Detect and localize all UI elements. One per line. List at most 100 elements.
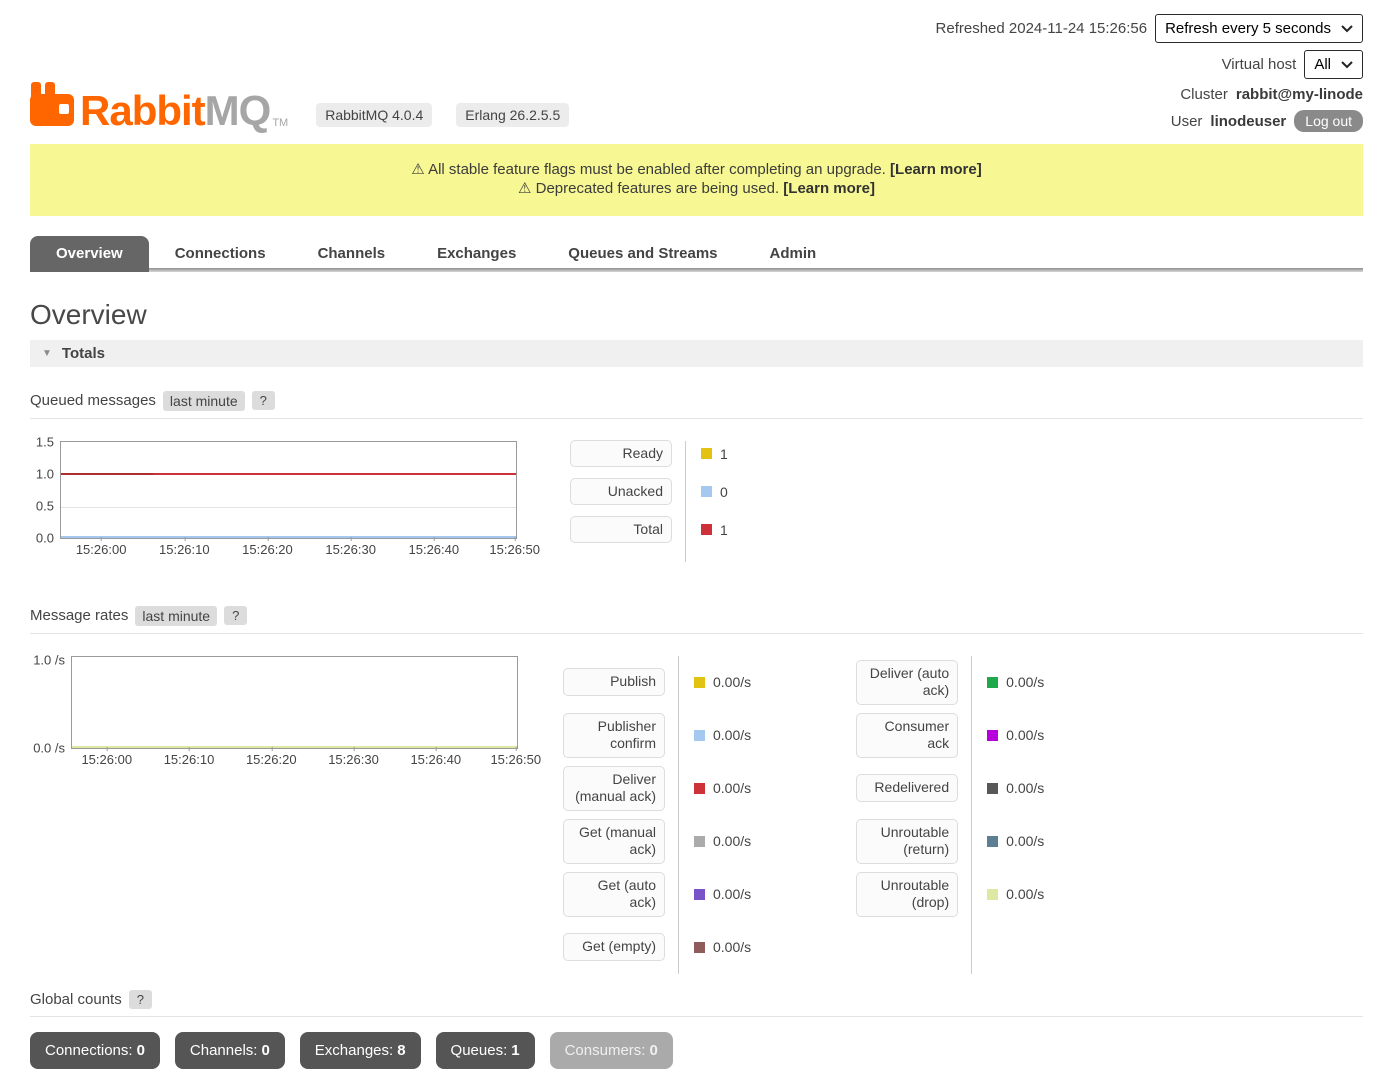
tab-admin[interactable]: Admin — [744, 236, 843, 272]
queues-count-button[interactable]: Queues:1 — [436, 1032, 535, 1069]
ready-value: 1 — [720, 446, 728, 462]
user-label: User — [1171, 113, 1203, 130]
connections-count-button[interactable]: Connections:0 — [30, 1032, 160, 1069]
x-tick: 15:26:20 — [242, 542, 293, 557]
refresh-interval-select[interactable]: Refresh every 5 seconds — [1155, 14, 1363, 43]
unroutable-drop-color-swatch — [987, 889, 998, 900]
legend-get-empty-button[interactable]: Get (empty) — [563, 933, 665, 961]
queued-messages-chart: 1.5 1.0 0.5 0.0 15:26:00 15:26:10 15:26:… — [30, 441, 517, 562]
legend-get-auto-button[interactable]: Get (auto ack) — [563, 872, 665, 917]
queued-help-icon[interactable]: ? — [252, 391, 275, 410]
rates-range-badge[interactable]: last minute — [135, 606, 217, 626]
cluster-label: Cluster — [1180, 86, 1228, 103]
y-tick: 0.0 — [36, 530, 54, 545]
unroutable-drop-rate-value: 0.00/s — [1006, 886, 1044, 902]
x-tick: 15:26:10 — [164, 752, 215, 767]
get-auto-color-swatch — [694, 889, 705, 900]
brand-wordmark: RabbitMQ — [80, 90, 270, 132]
global-counts-row: Connections:0 Channels:0 Exchanges:8 Que… — [30, 1032, 1363, 1069]
tab-overview[interactable]: Overview — [30, 236, 149, 272]
logout-button[interactable]: Log out — [1294, 110, 1363, 132]
rates-chart-y-axis: 1.0 /s 0.0 /s — [30, 656, 71, 749]
header: RabbitMQ TM RabbitMQ 4.0.4 Erlang 26.2.5… — [30, 0, 1363, 132]
virtual-host-select[interactable]: All — [1304, 50, 1363, 79]
legend-publisher-confirm-button[interactable]: Publisher confirm — [563, 713, 665, 758]
legend-get-manual-button[interactable]: Get (manual ack) — [563, 819, 665, 864]
global-counts-title: Global counts — [30, 991, 122, 1008]
consumers-count-button[interactable]: Consumers:0 — [550, 1032, 673, 1069]
queued-range-badge[interactable]: last minute — [163, 391, 245, 411]
channels-count-button[interactable]: Channels:0 — [175, 1032, 285, 1069]
get-empty-color-swatch — [694, 942, 705, 953]
legend-deliver-auto-button[interactable]: Deliver (auto ack) — [856, 660, 958, 705]
queued-chart-zone: 1.5 1.0 0.5 0.0 15:26:00 15:26:10 15:26:… — [30, 441, 1363, 562]
deliver-auto-color-swatch — [987, 677, 998, 688]
y-tick: 1.5 — [36, 434, 54, 449]
get-manual-rate-value: 0.00/s — [713, 833, 751, 849]
tab-connections[interactable]: Connections — [149, 236, 292, 272]
get-manual-color-swatch — [694, 836, 705, 847]
unroutable-return-rate-value: 0.00/s — [1006, 833, 1044, 849]
y-tick: 0.5 — [36, 498, 54, 513]
publish-color-swatch — [694, 677, 705, 688]
x-tick: 15:26:50 — [489, 542, 540, 557]
redelivered-rate-value: 0.00/s — [1006, 780, 1044, 796]
unroutable-return-color-swatch — [987, 836, 998, 847]
rates-chart-zone: 1.0 /s 0.0 /s 15:26:00 15:26:10 15:26:20… — [30, 656, 1363, 974]
legend-redelivered-button[interactable]: Redelivered — [856, 774, 958, 802]
x-tick: 15:26:20 — [246, 752, 297, 767]
legend-unroutable-drop-button[interactable]: Unroutable (drop) — [856, 872, 958, 917]
rates-help-icon[interactable]: ? — [224, 606, 247, 625]
queued-legend: Ready Unacked Total 1 0 1 — [570, 441, 728, 562]
banner-line-deprecated: ⚠ Deprecated features are being used. [L… — [40, 180, 1353, 199]
ready-color-swatch — [701, 448, 712, 459]
feature-flags-learn-more-link[interactable]: [Learn more] — [890, 161, 982, 178]
deliver-manual-rate-value: 0.00/s — [713, 780, 751, 796]
get-empty-rate-value: 0.00/s — [713, 939, 751, 955]
legend-total-button[interactable]: Total — [570, 516, 672, 544]
deprecated-learn-more-link[interactable]: [Learn more] — [783, 180, 875, 197]
unacked-color-swatch — [701, 486, 712, 497]
x-tick: 15:26:40 — [410, 752, 461, 767]
legend-deliver-manual-button[interactable]: Deliver (manual ack) — [563, 766, 665, 811]
rabbitmq-version-badge: RabbitMQ 4.0.4 — [316, 103, 432, 127]
rabbitmq-logo-link[interactable]: RabbitMQ TM — [30, 82, 288, 132]
main-nav-tabs: Overview Connections Channels Exchanges … — [30, 236, 1363, 272]
feature-flags-warning-text: ⚠ All stable feature flags must be enabl… — [411, 161, 886, 178]
refreshed-timestamp: Refreshed 2024-11-24 15:26:56 — [936, 20, 1148, 37]
unacked-series-line — [61, 536, 516, 538]
deliver-manual-color-swatch — [694, 783, 705, 794]
rates-legend-right: Deliver (auto ack) Consumer ack Redelive… — [856, 656, 1044, 974]
queued-chart-y-axis: 1.5 1.0 0.5 0.0 — [30, 441, 60, 539]
get-auto-rate-value: 0.00/s — [713, 886, 751, 902]
header-right: Refreshed 2024-11-24 15:26:56 Refresh ev… — [936, 14, 1363, 132]
y-tick: 1.0 /s — [33, 652, 65, 667]
totals-section-toggle[interactable]: ▼ Totals — [30, 340, 1363, 367]
legend-consumer-ack-button[interactable]: Consumer ack — [856, 713, 958, 758]
deliver-auto-rate-value: 0.00/s — [1006, 674, 1044, 690]
legend-ready-button[interactable]: Ready — [570, 440, 672, 468]
chevron-down-icon — [1341, 61, 1353, 69]
x-tick: 15:26:00 — [76, 542, 127, 557]
x-tick: 15:26:50 — [490, 752, 541, 767]
consumer-ack-rate-value: 0.00/s — [1006, 727, 1044, 743]
trademark-label: TM — [272, 117, 288, 132]
global-counts-help-icon[interactable]: ? — [129, 990, 152, 1009]
queued-chart-x-axis: 15:26:00 15:26:10 15:26:20 15:26:30 15:2… — [60, 542, 517, 562]
legend-unroutable-return-button[interactable]: Unroutable (return) — [856, 819, 958, 864]
legend-publish-button[interactable]: Publish — [563, 668, 665, 696]
tab-exchanges[interactable]: Exchanges — [411, 236, 542, 272]
warning-banner: ⚠ All stable feature flags must be enabl… — [30, 144, 1363, 216]
total-color-swatch — [701, 524, 712, 535]
rates-chart-plot-area — [71, 656, 518, 749]
x-tick: 15:26:30 — [325, 542, 376, 557]
publisher-confirm-color-swatch — [694, 730, 705, 741]
consumer-ack-color-swatch — [987, 730, 998, 741]
rabbitmq-management-page: RabbitMQ TM RabbitMQ 4.0.4 Erlang 26.2.5… — [0, 0, 1388, 1069]
tab-channels[interactable]: Channels — [292, 236, 412, 272]
legend-unacked-button[interactable]: Unacked — [570, 478, 672, 506]
tab-queues-and-streams[interactable]: Queues and Streams — [542, 236, 743, 272]
exchanges-count-button[interactable]: Exchanges:8 — [300, 1032, 421, 1069]
page-title: Overview — [30, 299, 1363, 331]
message-rates-chart: 1.0 /s 0.0 /s 15:26:00 15:26:10 15:26:20… — [30, 656, 518, 772]
